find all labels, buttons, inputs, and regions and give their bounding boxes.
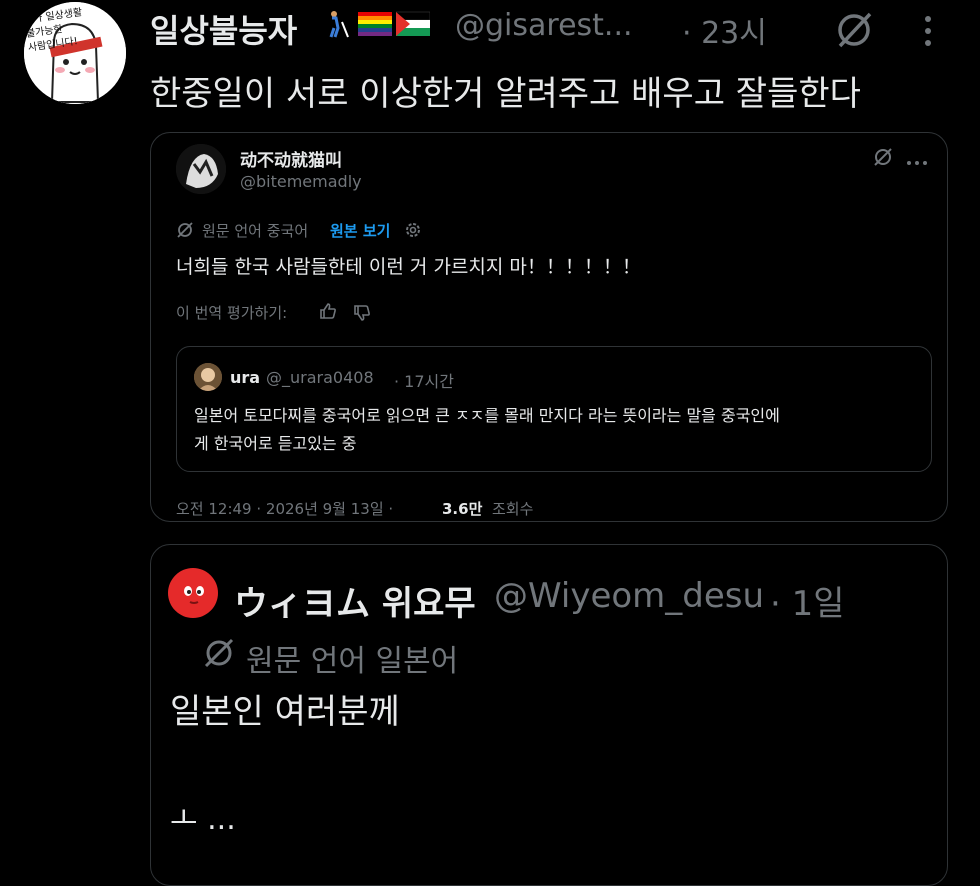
second-avatar[interactable] bbox=[168, 568, 218, 618]
more-icon[interactable] bbox=[918, 14, 938, 52]
quoted-timestamp[interactable]: 오전 12:49 · 2026년 9월 13일 · bbox=[176, 498, 393, 519]
author-avatar[interactable]: 세가 일상생활 불가능한 사람입니다! bbox=[24, 2, 126, 104]
view-count: 3.6만 bbox=[442, 500, 483, 518]
view-original-link[interactable]: 원본 보기 bbox=[330, 220, 390, 241]
quoted-post-text: 너희들 한국 사람들한테 이런 거 가르치지 마！！！！！！ bbox=[176, 256, 641, 278]
nested-author-name[interactable]: ura bbox=[230, 368, 260, 387]
nested-post-text-line2: 게 한국어로 듣고있는 중 bbox=[194, 434, 357, 453]
quoted-author-handle[interactable]: @bitememadly bbox=[240, 172, 362, 191]
quoted-grok-icon[interactable] bbox=[872, 146, 894, 172]
second-translate-label: 원문 언어 일본어 bbox=[246, 644, 459, 679]
palestine-flag-icon bbox=[396, 11, 430, 36]
second-author-handle[interactable]: @Wiyeom_desu bbox=[494, 576, 764, 616]
nested-post-text-line1: 일본어 토모다찌를 중국어로 읽으면 큰 ㅈㅈ를 몰래 만지다 라는 뜻이라는 … bbox=[194, 406, 780, 425]
second-translate-icon bbox=[202, 636, 236, 674]
person-cane-icon bbox=[329, 11, 349, 38]
quoted-author-name[interactable]: 动不动就猫叫 bbox=[240, 146, 342, 171]
grok-icon[interactable] bbox=[832, 8, 876, 56]
view-count-label: 조회수 bbox=[492, 500, 534, 518]
translate-source-label: 원문 언어 중국어 bbox=[202, 222, 309, 240]
rate-translation-label: 이 번역 평가하기: bbox=[176, 304, 288, 322]
nested-post-time[interactable]: · 17시간 bbox=[394, 368, 454, 392]
quoted-more-icon[interactable] bbox=[906, 152, 928, 171]
profile-emojis bbox=[320, 10, 430, 38]
nested-avatar[interactable] bbox=[194, 363, 222, 391]
translate-icon bbox=[176, 221, 194, 243]
author-name[interactable]: 일상불능자 bbox=[150, 6, 297, 52]
avatar-text: 세가 일상생활 불가능한 사람입니다! bbox=[24, 7, 83, 54]
second-post-text-line1: 일본인 여러분께 bbox=[170, 692, 400, 732]
second-post-text-line2: ㅗ ... bbox=[170, 802, 236, 837]
post-text: 한중일이 서로 이상한거 알려주고 배우고 잘들한다 bbox=[150, 74, 861, 114]
nested-author-handle[interactable]: @_urara0408 bbox=[266, 368, 374, 387]
author-handle[interactable]: @gisarest... bbox=[455, 8, 633, 43]
rainbow-flag-icon bbox=[358, 12, 392, 36]
thumbs-down-icon[interactable] bbox=[352, 303, 372, 327]
second-post-time[interactable]: · 1일 bbox=[770, 576, 845, 625]
thumbs-up-icon[interactable] bbox=[318, 301, 338, 325]
second-author-name[interactable]: ウィヨム 위요무 bbox=[234, 576, 476, 625]
quoted-avatar[interactable] bbox=[176, 144, 226, 194]
gear-icon[interactable] bbox=[404, 221, 422, 243]
post-time[interactable]: · 23시 bbox=[682, 8, 767, 52]
